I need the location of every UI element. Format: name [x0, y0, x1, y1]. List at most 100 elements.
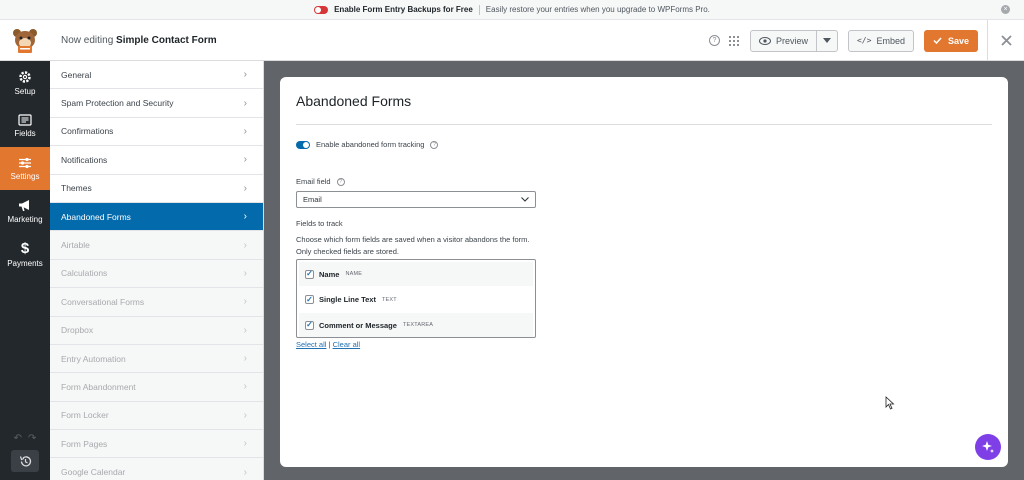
- help-icon[interactable]: ?: [336, 177, 345, 186]
- tracking-toggle-label: Enable abandoned form tracking: [316, 140, 425, 149]
- field-type-tag: TEXTAREA: [402, 322, 434, 328]
- mouse-cursor-icon: [885, 396, 895, 410]
- settings-content: Abandoned Forms Enable abandoned form tr…: [264, 61, 1024, 480]
- chevron-right-icon: ›: [243, 125, 247, 137]
- checkmark-icon: [933, 37, 942, 44]
- backup-toggle[interactable]: [314, 5, 329, 14]
- settings-nav-airtable[interactable]: Airtable ›: [50, 231, 263, 260]
- select-all-link[interactable]: Select all: [296, 340, 326, 349]
- settings-nav-calculations[interactable]: Calculations ›: [50, 259, 263, 289]
- gear-icon: [19, 70, 31, 83]
- sidebar-label: Payments: [7, 258, 43, 268]
- settings-nav-general[interactable]: General ›: [50, 61, 263, 90]
- close-icon: [1000, 35, 1012, 46]
- chevron-right-icon: ›: [243, 211, 247, 223]
- preview-label: Preview: [775, 35, 808, 46]
- settings-nav-form-locker[interactable]: Form Locker ›: [50, 401, 263, 431]
- settings-nav-form-pages[interactable]: Form Pages ›: [50, 430, 263, 459]
- settings-nav-google-calendar[interactable]: Google Calendar ›: [50, 458, 263, 480]
- ai-assistant-button[interactable]: [975, 434, 1001, 460]
- settings-nav-spam[interactable]: Spam Protection and Security ›: [50, 89, 263, 118]
- nav-label: Conversational Forms: [61, 296, 145, 307]
- settings-nav-abandoned-forms[interactable]: Abandoned Forms ›: [50, 202, 263, 232]
- tracking-toggle[interactable]: [296, 140, 310, 149]
- select-links: Select all | Clear all: [296, 340, 360, 349]
- sidebar-item-marketing[interactable]: Marketing: [0, 190, 50, 233]
- nav-label: Notifications: [61, 154, 108, 165]
- settings-nav-themes[interactable]: Themes ›: [50, 174, 263, 203]
- save-label: Save: [947, 35, 969, 46]
- list-item[interactable]: ✓ Comment or Message TEXTAREA: [299, 313, 533, 337]
- field-type-tag: NAME: [345, 271, 363, 277]
- link-separator: |: [328, 340, 331, 349]
- nav-label: Form Pages: [61, 438, 108, 449]
- nav-label: Airtable: [61, 240, 90, 251]
- embed-button[interactable]: </> Embed: [847, 29, 914, 52]
- nav-label: Themes: [61, 183, 92, 194]
- preview-dropdown-button[interactable]: [817, 38, 837, 43]
- sidebar-item-fields[interactable]: Fields: [0, 104, 50, 147]
- page-title: Now editing Simple Contact Form: [61, 35, 217, 46]
- nav-label: Google Calendar: [61, 467, 126, 478]
- settings-nav-confirmations[interactable]: Confirmations ›: [50, 117, 263, 147]
- list-item[interactable]: ✓ Single Line Text TEXT: [299, 287, 533, 312]
- settings-nav: General › Spam Protection and Security › C…: [50, 61, 264, 480]
- help-icon[interactable]: ?: [430, 140, 439, 149]
- email-field-select[interactable]: Email: [296, 191, 536, 208]
- revisions-button[interactable]: [11, 450, 39, 472]
- chevron-right-icon: ›: [243, 466, 247, 478]
- field-checkbox[interactable]: ✓: [305, 320, 314, 330]
- apps-grid-icon[interactable]: [728, 35, 739, 46]
- undo-icon[interactable]: ↶: [14, 433, 22, 444]
- eye-icon: [758, 36, 771, 45]
- bear-logo-icon: [13, 29, 37, 53]
- embed-label: Embed: [876, 35, 905, 46]
- editing-prefix: Now editing: [61, 34, 114, 46]
- field-checkbox[interactable]: ✓: [305, 269, 314, 279]
- close-builder-button[interactable]: [987, 20, 1024, 61]
- help-icon[interactable]: ?: [708, 35, 720, 46]
- field-name: Single Line Text: [319, 295, 376, 304]
- clear-all-link[interactable]: Clear all: [333, 340, 361, 349]
- sidebar-item-payments[interactable]: $ Payments: [0, 233, 50, 276]
- field-checkbox[interactable]: ✓: [305, 295, 314, 304]
- save-button[interactable]: Save: [923, 29, 978, 52]
- chevron-right-icon: ›: [243, 296, 247, 308]
- nav-label: Form Abandonment: [61, 381, 136, 392]
- nav-label: Abandoned Forms: [61, 211, 131, 222]
- nav-label: Dropbox: [61, 325, 94, 336]
- sidebar-label: Settings: [10, 171, 40, 181]
- notice-title: Enable Form Entry Backups for Free: [334, 5, 473, 14]
- form-name: Simple Contact Form: [116, 34, 217, 46]
- nav-label: Form Locker: [61, 410, 109, 421]
- fields-desc-line2: Only checked fields are stored.: [296, 247, 399, 256]
- chevron-right-icon: ›: [243, 267, 247, 279]
- chevron-right-icon: ›: [243, 239, 247, 251]
- settings-nav-dropbox[interactable]: Dropbox ›: [50, 316, 263, 345]
- sidebar-item-setup[interactable]: Setup: [0, 61, 50, 104]
- settings-nav-form-abandonment[interactable]: Form Abandonment ›: [50, 373, 263, 402]
- fields-to-track-label: Fields to track: [296, 219, 343, 228]
- notice-close-icon[interactable]: ×: [1001, 5, 1010, 14]
- chevron-right-icon: ›: [243, 409, 247, 421]
- notice-text: Easily restore your entries when you upg…: [485, 5, 710, 14]
- sidebar-label: Marketing: [7, 215, 43, 224]
- builder-sidebar: Setup Fields Settings Marketing $ Paymen…: [0, 61, 50, 480]
- field-name: Name: [319, 269, 340, 279]
- list-item[interactable]: ✓ Name NAME: [299, 262, 533, 286]
- builder-header: Now editing Simple Contact Form ? Previe…: [0, 20, 1024, 61]
- sidebar-item-settings[interactable]: Settings: [0, 147, 50, 190]
- nav-label: Entry Automation: [61, 353, 126, 364]
- redo-icon[interactable]: ↷: [28, 433, 36, 444]
- chevron-right-icon: ›: [243, 438, 247, 450]
- nav-label: Confirmations: [61, 126, 114, 137]
- settings-nav-entry-automation[interactable]: Entry Automation ›: [50, 344, 263, 374]
- chevron-right-icon: ›: [243, 182, 247, 194]
- preview-button[interactable]: Preview: [751, 30, 817, 51]
- nav-label: General: [61, 69, 92, 80]
- settings-nav-conversational-forms[interactable]: Conversational Forms ›: [50, 288, 263, 317]
- fields-icon: [18, 113, 32, 126]
- email-field-value: Email: [303, 195, 322, 204]
- settings-nav-notifications[interactable]: Notifications ›: [50, 146, 263, 175]
- wpforms-logo: [0, 20, 50, 61]
